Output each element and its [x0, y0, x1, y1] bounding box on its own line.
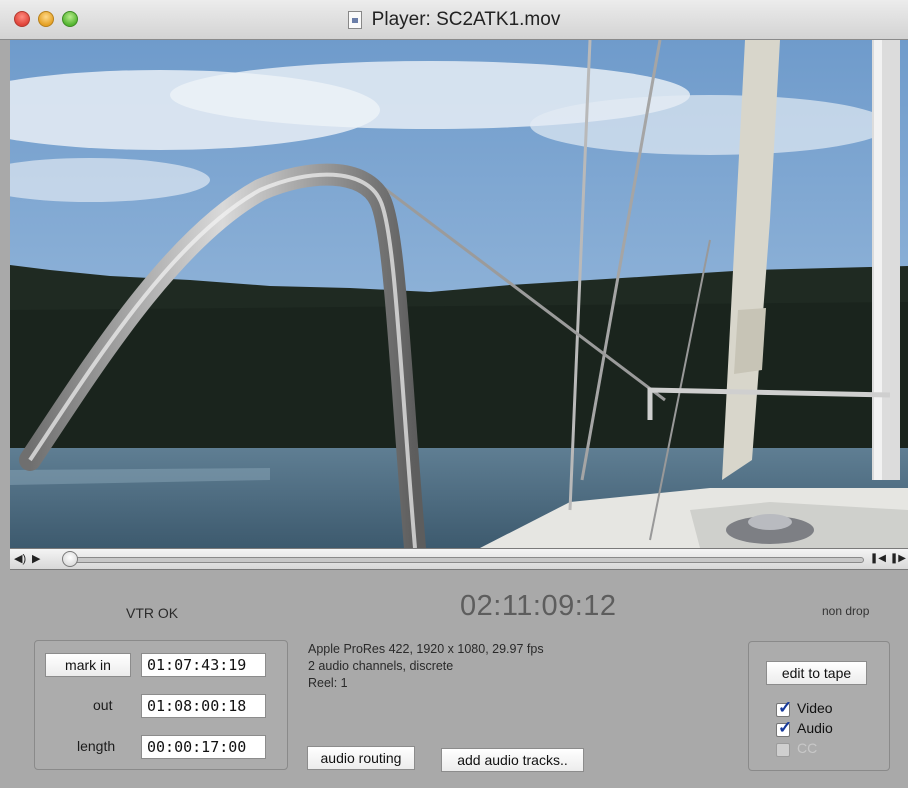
- movie-document-icon: [347, 11, 362, 29]
- step-back-icon[interactable]: ❚◀: [870, 552, 886, 566]
- reel-info: Reel: 1: [308, 676, 348, 690]
- title-bar[interactable]: Player: SC2ATK1.mov: [0, 0, 908, 40]
- cc-checkbox-label: CC: [797, 740, 818, 756]
- mark-out-field[interactable]: 01:08:00:18: [141, 694, 266, 718]
- edit-to-tape-group: edit to tape ✓ Video ✓ Audio CC: [748, 641, 890, 771]
- window-title: Player: SC2ATK1.mov: [371, 9, 561, 30]
- transport-bar: ◀) ▶ ❚◀ ❚▶: [10, 548, 908, 570]
- video-image: [10, 40, 908, 548]
- checkmark-icon: ✓: [778, 718, 793, 737]
- video-checkbox-label: Video: [797, 700, 833, 716]
- video-checkbox[interactable]: ✓: [776, 699, 792, 717]
- player-window: Player: SC2ATK1.mov ◀) ▶ ❚◀ ❚▶ VTR OK 02…: [0, 0, 908, 788]
- play-icon[interactable]: ▶: [32, 552, 40, 566]
- add-audio-tracks-button[interactable]: add audio tracks..: [441, 748, 584, 772]
- length-label: length: [77, 738, 116, 754]
- current-timecode: 02:11:09:12: [460, 590, 617, 622]
- vtr-status: VTR OK: [126, 605, 179, 621]
- mark-in-field[interactable]: 01:07:43:19: [141, 653, 266, 677]
- edit-to-tape-button[interactable]: edit to tape: [766, 661, 867, 685]
- media-format-info: Apple ProRes 422, 1920 x 1080, 29.97 fps: [308, 642, 544, 656]
- step-forward-icon[interactable]: ❚▶: [890, 552, 906, 566]
- title-container: Player: SC2ATK1.mov: [0, 0, 908, 40]
- mark-points-group: mark in 01:07:43:19 out 01:08:00:18 leng…: [34, 640, 288, 770]
- speaker-icon[interactable]: ◀): [14, 552, 26, 566]
- length-field[interactable]: 00:00:17:00: [141, 735, 266, 759]
- audio-checkbox-label: Audio: [797, 720, 833, 736]
- drop-frame-mode: non drop: [822, 604, 870, 618]
- playhead-thumb[interactable]: [62, 551, 78, 567]
- scrub-bar[interactable]: [66, 557, 864, 563]
- audio-channels-info: 2 audio channels, discrete: [308, 659, 454, 673]
- cc-checkbox: [776, 743, 790, 757]
- mark-in-button[interactable]: mark in: [45, 653, 131, 677]
- audio-checkbox[interactable]: ✓: [776, 719, 792, 737]
- out-label: out: [93, 697, 113, 713]
- audio-routing-button[interactable]: audio routing: [307, 746, 415, 770]
- checkmark-icon: ✓: [778, 698, 793, 717]
- video-frame[interactable]: [10, 40, 908, 548]
